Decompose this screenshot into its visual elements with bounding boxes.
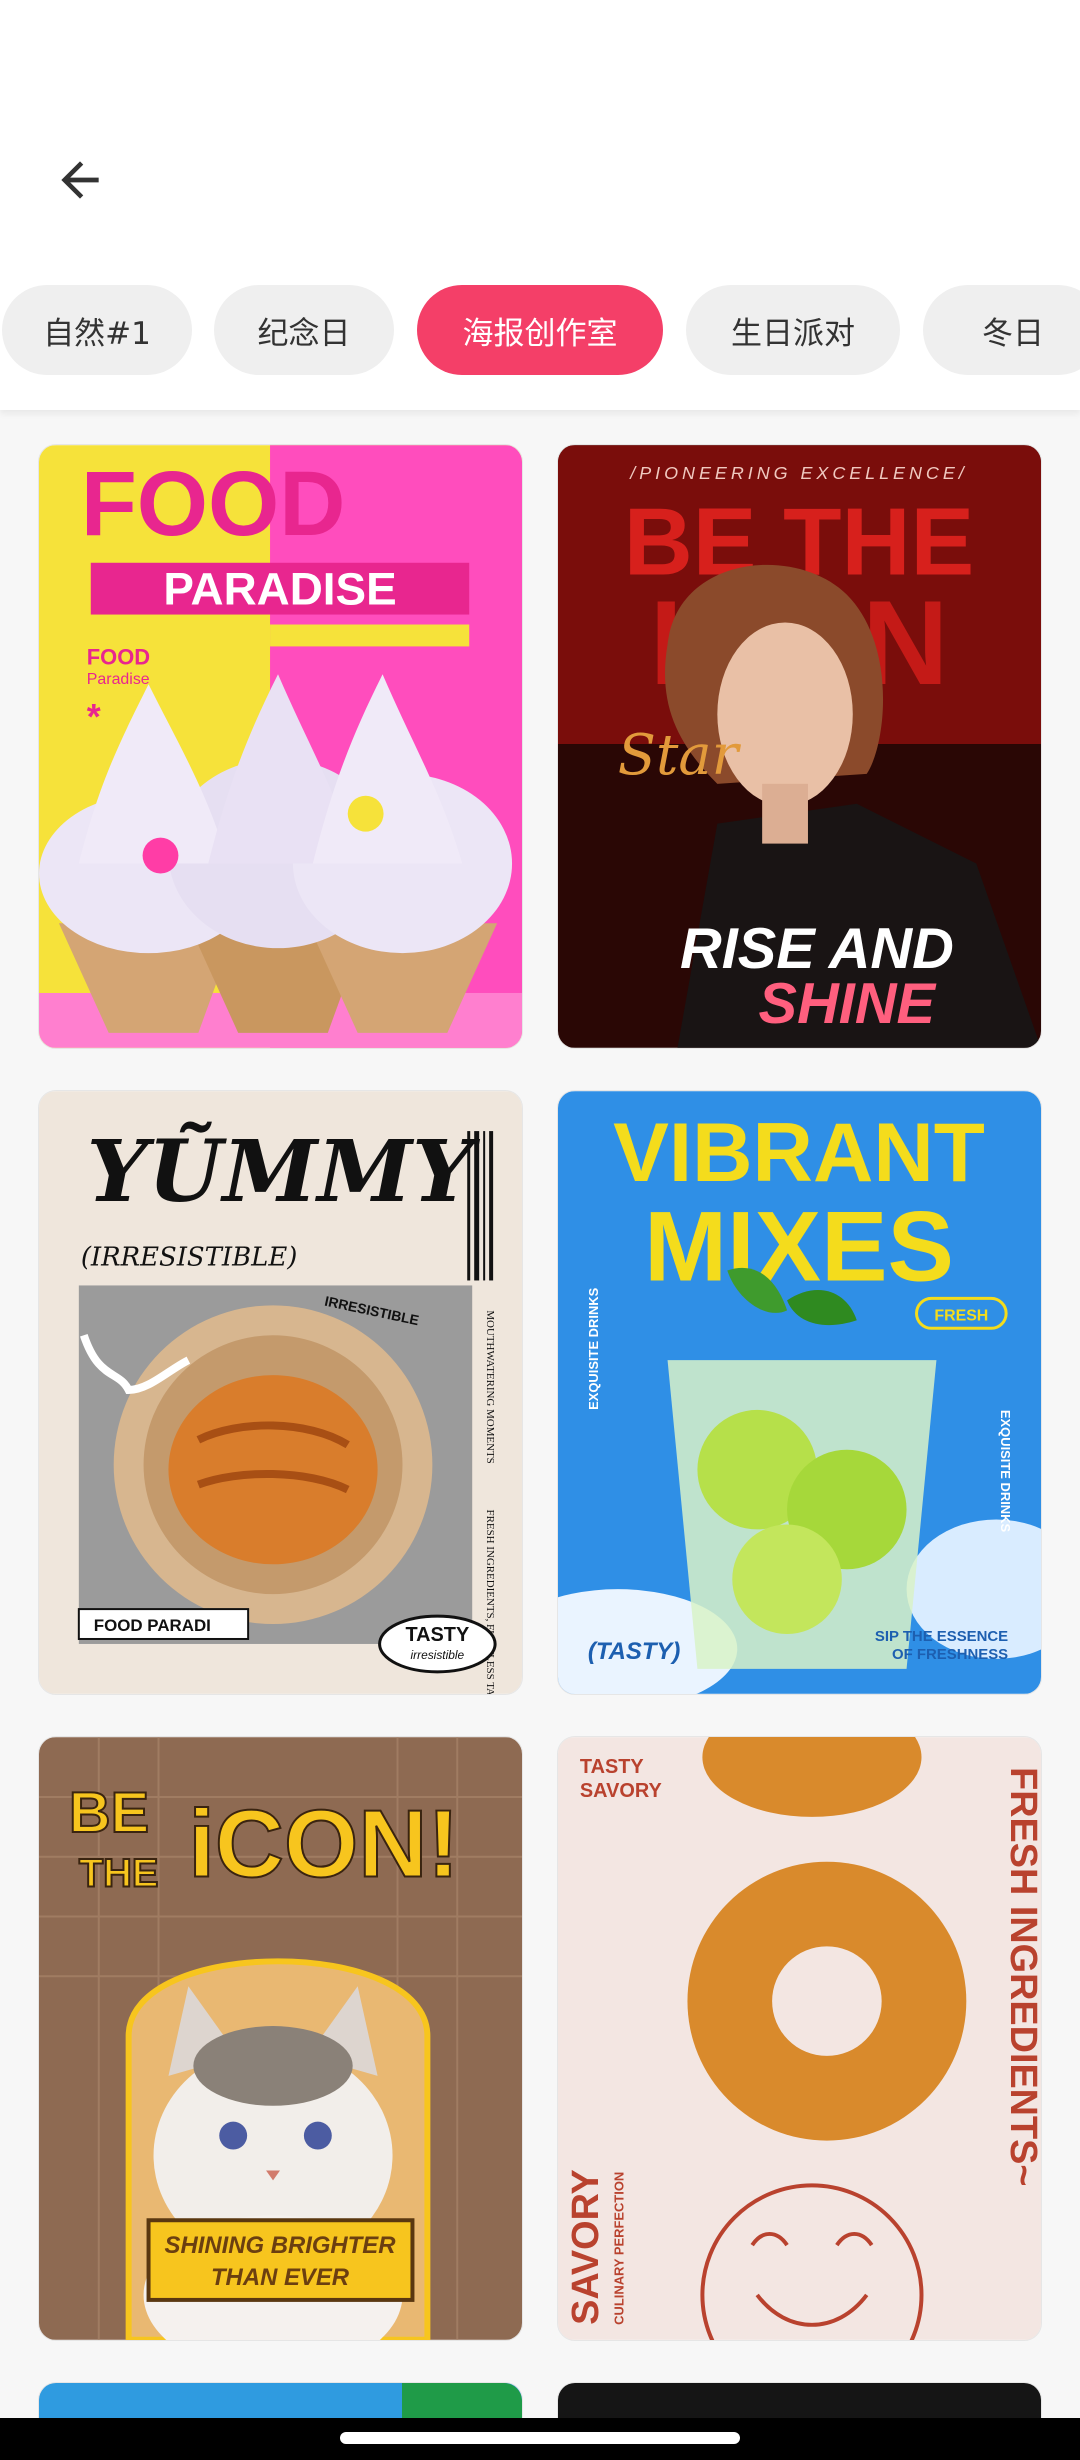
poster-headline-2: MIXES — [644, 1191, 954, 1302]
poster-left-text: EXQUISITE DRINKS — [586, 1287, 601, 1410]
top-app-bar: 自然#1 纪念日 海报创作室 生日派对 冬日 — [0, 0, 1080, 410]
poster-fresh-badge: FRESH — [934, 1307, 988, 1324]
category-chip-bar[interactable]: 自然#1 纪念日 海报创作室 生日派对 冬日 — [0, 285, 1080, 375]
donut-poster: TASTY SAVORY FRESH INGREDIENTS~ SAVORY C… — [558, 1737, 1041, 2340]
food-paradise-poster: FOOD PARADISE FOOD Paradise * — [39, 445, 522, 1048]
home-indicator-bar[interactable] — [340, 2432, 740, 2444]
poster-paradise-badge: Paradise — [87, 671, 150, 688]
chip-anniversary[interactable]: 纪念日 — [214, 285, 394, 375]
poster-stamp-2: irresistible — [410, 1648, 464, 1662]
poster-icon: iCON! — [188, 1791, 459, 1898]
chip-birthday-party[interactable]: 生日派对 — [686, 285, 900, 375]
poster-banner-2: THAN EVER — [211, 2264, 350, 2291]
chip-nature[interactable]: 自然#1 — [2, 285, 192, 375]
template-card-food-paradise[interactable]: FOOD PARADISE FOOD Paradise * — [38, 444, 523, 1049]
poster-banner-1: SHINING BRIGHTER — [165, 2232, 397, 2259]
vibrant-mixes-poster: VIBRANT MIXES FRESH EXQUISITE DRINKS EXQ… — [558, 1091, 1041, 1694]
poster-be: BE — [69, 1781, 149, 1845]
poster-footer-right-1: SIP THE ESSENCE — [875, 1628, 1008, 1645]
chip-poster-studio[interactable]: 海报创作室 — [417, 285, 663, 375]
template-card-donut[interactable]: TASTY SAVORY FRESH INGREDIENTS~ SAVORY C… — [557, 1736, 1042, 2341]
poster-food-badge: FOOD — [87, 644, 150, 669]
poster-side-text: FRESH INGREDIENTS~ — [1002, 1767, 1041, 2186]
poster-left-small: CULINARY PERFECTION — [612, 2172, 627, 2325]
cat-icon-poster: BE THE iCON! SHINING BRIGHTER THAN EVER — [39, 1737, 522, 2340]
poster-footer: FOOD PARADI — [94, 1616, 211, 1635]
poster-footer-left: (TASTY) — [588, 1638, 680, 1665]
poster-tagline: /PIONEERING EXCELLENCE/ — [628, 463, 967, 483]
poster-corner-2: SAVORY — [580, 1780, 662, 1802]
poster-food-title: FOOD — [81, 453, 346, 555]
back-button[interactable] — [40, 140, 120, 220]
template-card-yummy[interactable]: YŨMMY (IRRESISTIBLE) IRRESISTIBLE MOUTHW… — [38, 1090, 523, 1695]
poster-stamp-1: TASTY — [405, 1624, 469, 1646]
poster-headline-1: VIBRANT — [613, 1105, 985, 1199]
svg-text:*: * — [87, 697, 101, 737]
template-card-be-the-icon[interactable]: /PIONEERING EXCELLENCE/ BE THE ICON Star… — [557, 444, 1042, 1049]
template-card-vibrant-mixes[interactable]: VIBRANT MIXES FRESH EXQUISITE DRINKS EXQ… — [557, 1090, 1042, 1695]
poster-the: THE — [79, 1852, 159, 1896]
poster-right-text: EXQUISITE DRINKS — [998, 1410, 1013, 1533]
poster-left-text: SAVORY — [565, 2169, 607, 2325]
poster-footer-right-2: OF FRESHNESS — [892, 1646, 1008, 1663]
yummy-poster: YŨMMY (IRRESISTIBLE) IRRESISTIBLE MOUTHW… — [39, 1091, 522, 1694]
template-grid: FOOD PARADISE FOOD Paradise * /PIONEERIN… — [0, 410, 1080, 2460]
poster-yummy-subtitle: (IRRESISTIBLE) — [81, 1243, 298, 1273]
poster-side-text-2: FRESH INGREDIENTS, FLAWLESS TASTE. — [484, 1510, 496, 1694]
poster-paradise-title: PARADISE — [163, 564, 396, 615]
system-navigation-bar — [0, 2418, 1080, 2460]
arrow-left-icon — [61, 161, 99, 199]
poster-yummy-title: YŨMMY — [87, 1120, 480, 1222]
template-card-cat-icon[interactable]: BE THE iCON! SHINING BRIGHTER THAN EVER — [38, 1736, 523, 2341]
poster-corner-1: TASTY — [580, 1756, 644, 1778]
chip-winter[interactable]: 冬日 — [923, 285, 1080, 375]
poster-side-text-1: MOUTHWATERING MOMENTS — [484, 1310, 496, 1463]
poster-script: Star — [618, 723, 742, 788]
be-the-icon-poster: /PIONEERING EXCELLENCE/ BE THE ICON Star… — [558, 445, 1041, 1048]
poster-footer-2: SHINE — [759, 972, 937, 1036]
